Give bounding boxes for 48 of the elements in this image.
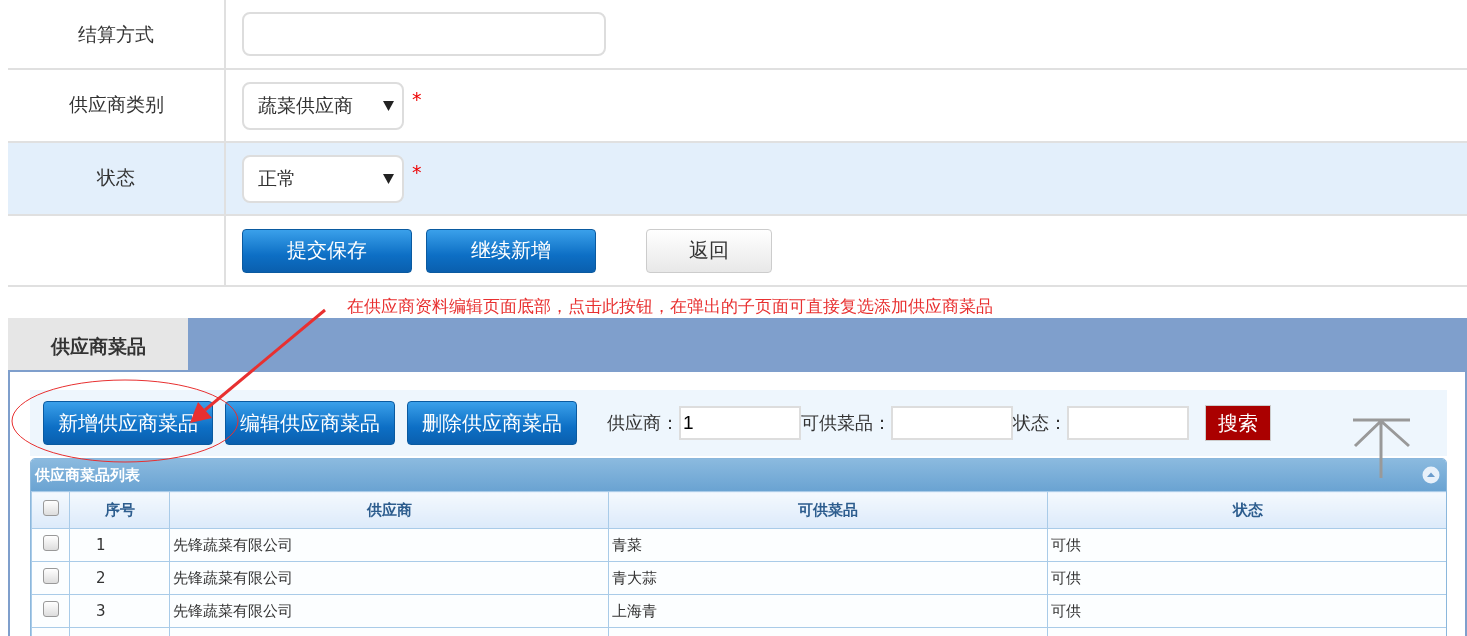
- row-checkbox[interactable]: [42, 568, 59, 584]
- table-cell: 先锋蔬菜有限公司: [169, 561, 609, 595]
- settlement-input[interactable]: [242, 12, 606, 56]
- table-cell: 1: [69, 528, 170, 562]
- table-cell: 可供: [1047, 528, 1446, 562]
- column-header: 供应商: [169, 491, 609, 529]
- column-header: 可供菜品: [608, 491, 1048, 529]
- filter-input[interactable]: [891, 406, 1013, 440]
- dropdown-caret-icon: [383, 173, 394, 184]
- up-arrow-icon: [1351, 418, 1412, 480]
- table-cell: 青大蒜: [608, 561, 1048, 595]
- filter-input[interactable]: 1: [679, 406, 801, 440]
- required-mark: *: [412, 161, 422, 183]
- filter-label: 可供菜品：: [801, 411, 891, 435]
- table-cell: 上海青: [608, 594, 1048, 628]
- toolbar-button[interactable]: 编辑供应商菜品: [225, 401, 395, 445]
- collapse-icon[interactable]: [1422, 466, 1440, 484]
- annotation-text: 在供应商资料编辑页面底部，点击此按钮，在弹出的子页面可直接复选添加供应商菜品: [347, 296, 993, 316]
- dropdown-field[interactable]: 正常: [242, 154, 404, 203]
- filter-label: 状态：: [1013, 411, 1067, 435]
- dropdown-field[interactable]: 蔬菜供应商: [242, 81, 404, 130]
- table-cell: 先锋蔬菜有限公司: [169, 594, 609, 628]
- field-label: 状态: [97, 165, 135, 190]
- grid-title: 供应商菜品列表: [35, 465, 140, 485]
- table-cell: 青菜: [608, 528, 1048, 562]
- field-label: 供应商类别: [68, 92, 164, 117]
- form-button[interactable]: 提交保存: [242, 228, 412, 273]
- table-cell: 可供: [1047, 594, 1446, 628]
- table-cell: 先锋蔬菜有限公司: [169, 528, 609, 562]
- toolbar-button[interactable]: 新增供应商菜品: [43, 401, 213, 445]
- required-mark: *: [412, 88, 422, 110]
- table-cell: 可供: [1047, 561, 1446, 595]
- table-cell: 3: [69, 594, 170, 628]
- field-label: 结算方式: [78, 22, 154, 47]
- column-header: 序号: [69, 491, 170, 529]
- row-checkbox[interactable]: [42, 601, 59, 617]
- column-header: 状态: [1047, 491, 1446, 529]
- form-button[interactable]: 继续新增: [426, 228, 596, 273]
- filter-label: 供应商：: [607, 411, 679, 435]
- select-all-checkbox[interactable]: [42, 500, 59, 516]
- search-button[interactable]: 搜索: [1205, 405, 1271, 441]
- panel-tab[interactable]: 供应商菜品: [8, 318, 188, 370]
- table-cell: 2: [69, 561, 170, 595]
- dropdown-caret-icon: [383, 100, 394, 111]
- filter-input[interactable]: [1067, 406, 1189, 440]
- row-checkbox[interactable]: [42, 535, 59, 551]
- toolbar-button[interactable]: 删除供应商菜品: [407, 401, 577, 445]
- form-button[interactable]: 返回: [646, 228, 772, 273]
